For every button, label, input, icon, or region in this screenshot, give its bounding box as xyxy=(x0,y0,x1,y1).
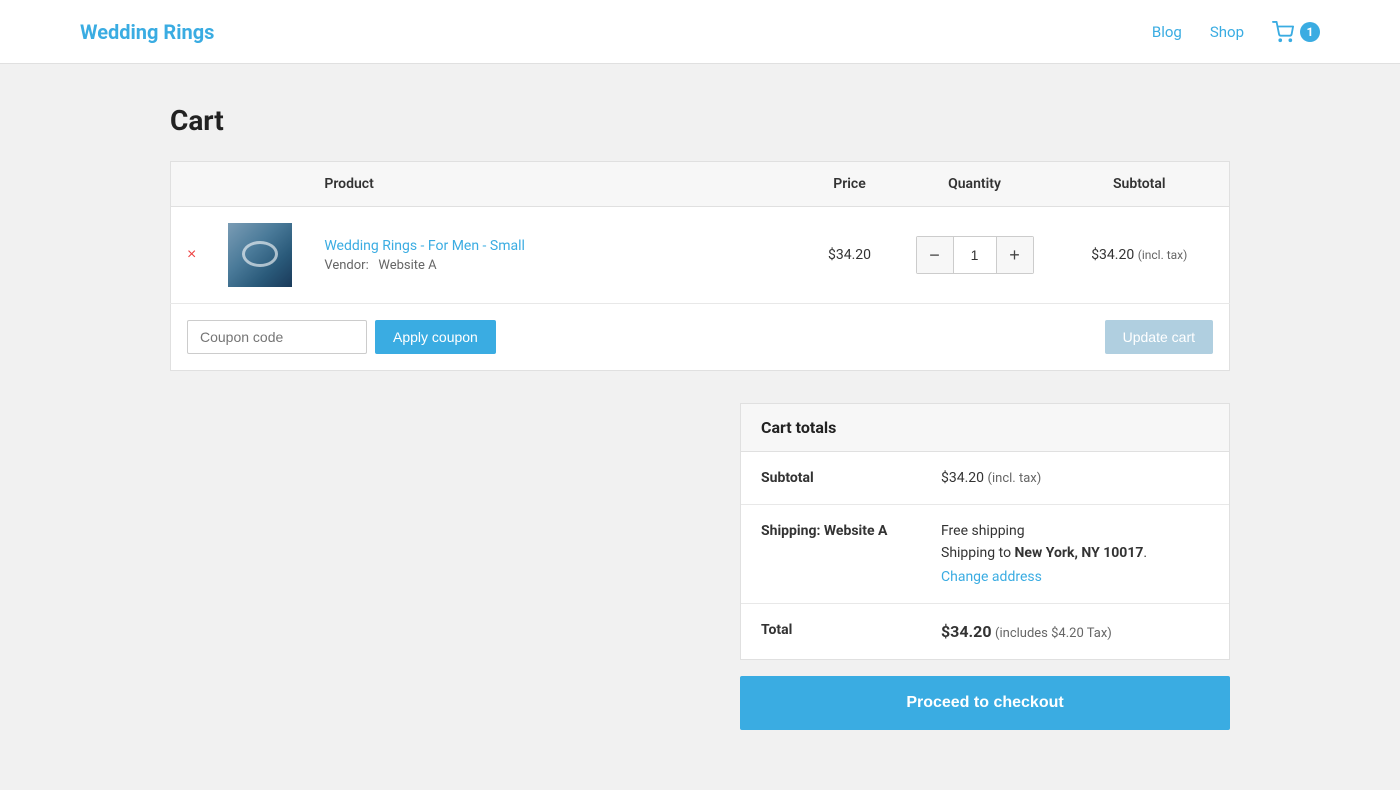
cart-totals: Cart totals Subtotal $34.20 (incl. tax) … xyxy=(740,403,1230,660)
totals-subtotal-label: Subtotal xyxy=(761,470,941,486)
proceed-checkout-button[interactable]: Proceed to checkout xyxy=(740,676,1230,730)
subtotal-amount: $34.20 xyxy=(941,470,984,486)
vendor-label: Vendor: xyxy=(324,258,368,273)
product-image xyxy=(228,223,292,287)
site-logo[interactable]: Wedding Rings xyxy=(80,20,214,44)
col-header-quantity: Quantity xyxy=(900,162,1050,207)
totals-shipping-label: Shipping: Website A xyxy=(761,523,941,539)
cart-table: Product Price Quantity Subtotal × Weddin… xyxy=(170,161,1230,304)
total-tax-note: (includes $4.20 Tax) xyxy=(995,626,1112,641)
cart-totals-title: Cart totals xyxy=(741,404,1229,452)
cart-badge: 1 xyxy=(1300,22,1320,42)
main-content: Cart Product Price Quantity Subtotal × xyxy=(150,64,1250,790)
nav-shop[interactable]: Shop xyxy=(1210,23,1244,41)
remove-item-button[interactable]: × xyxy=(187,247,196,263)
main-nav: Blog Shop 1 xyxy=(1152,21,1320,43)
cart-icon xyxy=(1272,21,1294,43)
product-vendor: Vendor: Website A xyxy=(324,258,783,273)
cart-totals-body: Subtotal $34.20 (incl. tax) Shipping: We… xyxy=(741,452,1229,659)
quantity-decrease-button[interactable]: − xyxy=(917,237,953,273)
product-subtotal-cell: $34.20 (incl. tax) xyxy=(1050,207,1230,304)
totals-shipping-row: Shipping: Website A Free shipping Shippi… xyxy=(741,505,1229,604)
totals-total-label: Total xyxy=(761,622,941,638)
totals-total-row: Total $34.20 (includes $4.20 Tax) xyxy=(741,604,1229,659)
apply-coupon-button[interactable]: Apply coupon xyxy=(375,320,496,354)
page-title: Cart xyxy=(170,104,1230,137)
cart-icon-wrapper[interactable]: 1 xyxy=(1272,21,1320,43)
nav-blog[interactable]: Blog xyxy=(1152,23,1182,41)
product-subtotal: $34.20 xyxy=(1091,247,1134,263)
quantity-input[interactable] xyxy=(953,237,997,273)
subtotal-incl-tax: (incl. tax) xyxy=(988,471,1042,486)
col-header-remove xyxy=(171,162,213,207)
cart-totals-wrapper: Cart totals Subtotal $34.20 (incl. tax) … xyxy=(170,403,1230,730)
total-amount: $34.20 xyxy=(941,622,992,641)
coupon-code-input[interactable] xyxy=(187,320,367,354)
quantity-increase-button[interactable]: + xyxy=(997,237,1033,273)
col-header-price: Price xyxy=(800,162,900,207)
vendor-name: Website A xyxy=(378,258,436,273)
totals-subtotal-value: $34.20 (incl. tax) xyxy=(941,470,1209,486)
shipping-to-text: Shipping to New York, NY 10017. xyxy=(941,545,1209,561)
product-image-cell xyxy=(212,207,308,304)
col-header-image xyxy=(212,162,308,207)
col-header-subtotal: Subtotal xyxy=(1050,162,1230,207)
totals-subtotal-row: Subtotal $34.20 (incl. tax) xyxy=(741,452,1229,505)
site-header: Wedding Rings Blog Shop 1 xyxy=(0,0,1400,64)
product-name-link[interactable]: Wedding Rings - For Men - Small xyxy=(324,238,525,254)
coupon-area: Apply coupon xyxy=(187,320,496,354)
shipping-city: New York, NY 10017 xyxy=(1015,545,1144,561)
change-address-link[interactable]: Change address xyxy=(941,569,1209,585)
checkout-btn-wrapper: Proceed to checkout xyxy=(740,660,1230,730)
product-info-cell: Wedding Rings - For Men - Small Vendor: … xyxy=(308,207,799,304)
subtotal-tax-note: (incl. tax) xyxy=(1138,248,1188,262)
table-row: × Wedding Rings - For Men - Small Vendor… xyxy=(171,207,1230,304)
shipping-free-text: Free shipping xyxy=(941,523,1209,539)
product-quantity-cell: − + xyxy=(900,207,1050,304)
quantity-control: − + xyxy=(916,236,1034,274)
remove-cell: × xyxy=(171,207,213,304)
product-price: $34.20 xyxy=(828,247,871,263)
totals-shipping-value: Free shipping Shipping to New York, NY 1… xyxy=(941,523,1209,585)
cart-actions: Apply coupon Update cart xyxy=(170,304,1230,371)
cart-table-header: Product Price Quantity Subtotal xyxy=(171,162,1230,207)
update-cart-button[interactable]: Update cart xyxy=(1105,320,1213,354)
product-price-cell: $34.20 xyxy=(800,207,900,304)
totals-total-value: $34.20 (includes $4.20 Tax) xyxy=(941,622,1209,641)
col-header-product: Product xyxy=(308,162,799,207)
